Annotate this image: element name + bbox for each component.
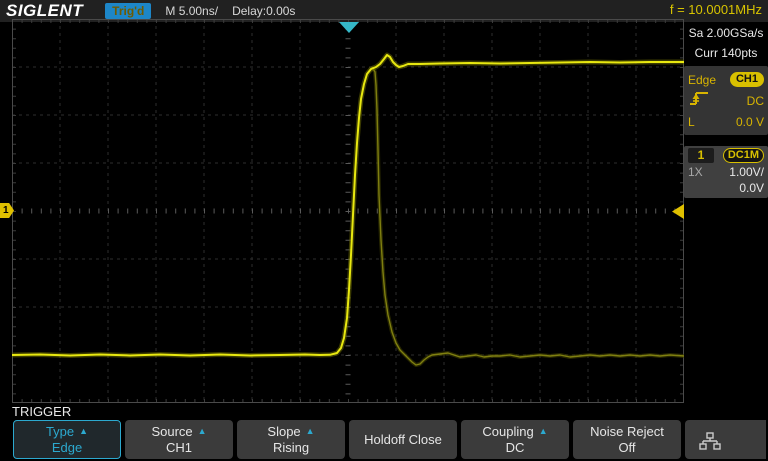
softkey-label: Holdoff Close (364, 431, 442, 447)
waveform-display (12, 19, 684, 403)
trigger-status-badge: Trig'd (105, 3, 152, 19)
softkey-trigger-slope[interactable]: Slope ▲ Rising (237, 420, 345, 459)
softkey-trigger-type[interactable]: Type ▲ Edge (13, 420, 121, 459)
softkey-label: Slope (267, 423, 301, 439)
up-arrow-icon: ▲ (79, 426, 89, 436)
oscilloscope-screen: SIGLENT Trig'd M 5.00ns/ Delay:0.00s f =… (0, 0, 768, 461)
rising-edge-icon (688, 90, 710, 111)
vertical-offset-value: 0.0V (739, 180, 764, 195)
sample-rate-readout: Sa 2.00GSa/s (688, 26, 764, 40)
softkey-value: Rising (272, 439, 310, 455)
trigger-level-label: L (688, 114, 695, 129)
softkey-value: DC (505, 439, 525, 455)
vertical-scale-value: 1.00V/ (729, 164, 764, 179)
trigger-source-badge: CH1 (729, 72, 764, 87)
up-arrow-icon: ▲ (538, 426, 548, 436)
softkey-value: CH1 (165, 439, 192, 455)
softkey-value: Edge (51, 439, 83, 455)
softkey-noise-reject[interactable]: Noise Reject Off (573, 420, 681, 459)
trigger-type-value: Edge (688, 72, 717, 87)
softkey-label: Coupling (482, 423, 534, 439)
softkey-trigger-source[interactable]: Source ▲ CH1 (125, 420, 233, 459)
trigger-coupling-value: DC (746, 93, 764, 108)
up-arrow-icon: ▲ (305, 426, 315, 436)
probe-attenuation-value: 1X (688, 164, 703, 179)
menu-section-title: TRIGGER (12, 404, 72, 419)
softkey-label: Source (151, 423, 193, 439)
softkey-value: Off (618, 439, 636, 455)
trigger-level-value: 0.0 V (735, 114, 764, 129)
softkey-label: Type (45, 423, 75, 439)
delay-readout[interactable]: Delay:0.00s (232, 4, 295, 18)
channel-number-badge: 1 (688, 148, 714, 163)
channel-coupling-badge: DC1M (722, 148, 764, 163)
trigger-info-panel[interactable]: Edge CH1 DC L 0.0 V (684, 66, 768, 135)
sidebar: Sa 2.00GSa/s Curr 140pts Edge CH1 DC L 0… (684, 22, 768, 198)
softkey-label: Noise Reject (590, 423, 664, 439)
softkey-menu-bar: Type ▲ Edge Source ▲ CH1 Slope ▲ Rising … (13, 420, 766, 459)
channel1-info-panel[interactable]: 1 DC1M 1X 1.00V/ 0.0V (684, 146, 768, 198)
softkey-network-status[interactable] (685, 420, 766, 459)
up-arrow-icon: ▲ (197, 426, 207, 436)
timebase-readout[interactable]: M 5.00ns/ (165, 4, 218, 18)
memory-depth-readout: Curr 140pts (694, 46, 758, 60)
softkey-holdoff[interactable]: Holdoff Close (349, 420, 457, 459)
lan-network-icon (699, 432, 721, 455)
siglent-logo: SIGLENT (6, 1, 84, 20)
softkey-trigger-coupling[interactable]: Coupling ▲ DC (461, 420, 569, 459)
frequency-counter: f = 10.0001MHz (669, 2, 762, 17)
